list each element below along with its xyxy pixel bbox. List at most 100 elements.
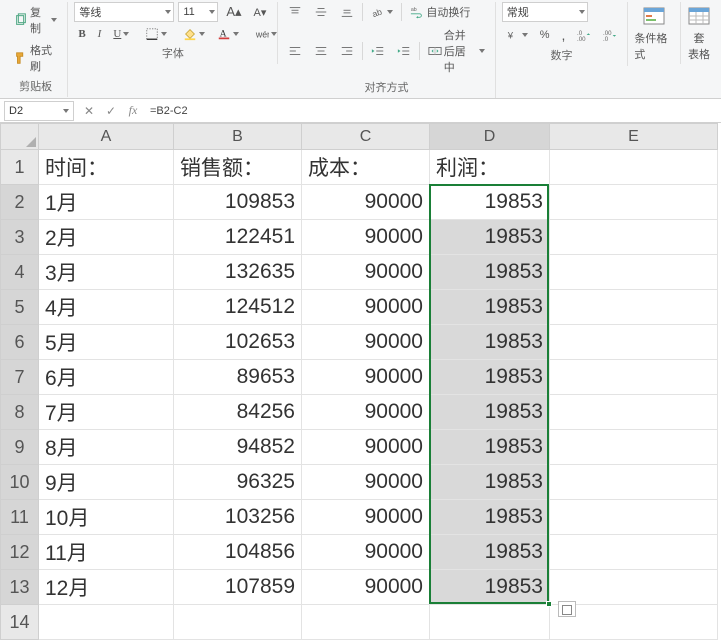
cell-B2[interactable]: 109853 (174, 185, 302, 220)
table-format-button[interactable]: 套 表格 (681, 2, 717, 64)
cell-C2[interactable]: 90000 (302, 185, 430, 220)
cell-B8[interactable]: 84256 (174, 395, 302, 430)
cell-B14[interactable] (174, 605, 302, 640)
row-header[interactable]: 1 (1, 150, 39, 185)
cell-E5[interactable] (550, 290, 718, 325)
comma-button[interactable]: , (558, 25, 570, 45)
conditional-format-button[interactable]: 条件格式 (628, 2, 681, 64)
align-middle-button[interactable] (310, 3, 332, 21)
cell-C3[interactable]: 90000 (302, 220, 430, 255)
cell-A12[interactable]: 11月 (39, 535, 174, 570)
cell-E13[interactable] (550, 570, 718, 605)
cell-E9[interactable] (550, 430, 718, 465)
cell-A13[interactable]: 12月 (39, 570, 174, 605)
column-header-B[interactable]: B (174, 124, 302, 150)
cell-A1[interactable]: 时间： (39, 150, 174, 185)
font-name-select[interactable]: 等线 (74, 2, 174, 22)
column-header-A[interactable]: A (39, 124, 174, 150)
row-header[interactable]: 4 (1, 255, 39, 290)
cell-B13[interactable]: 107859 (174, 570, 302, 605)
number-format-select[interactable]: 常规 (502, 2, 588, 22)
cell-A9[interactable]: 8月 (39, 430, 174, 465)
align-right-button[interactable] (336, 42, 358, 60)
cell-B5[interactable]: 124512 (174, 290, 302, 325)
cell-A5[interactable]: 4月 (39, 290, 174, 325)
font-size-select[interactable]: 11 (178, 2, 218, 22)
cell-D2[interactable]: 19853 (430, 185, 550, 220)
row-header[interactable]: 2 (1, 185, 39, 220)
increase-font-button[interactable]: A▴ (222, 2, 245, 22)
cell-C5[interactable]: 90000 (302, 290, 430, 325)
format-painter-button[interactable]: 格式刷 (10, 40, 61, 76)
cell-E2[interactable] (550, 185, 718, 220)
row-header[interactable]: 13 (1, 570, 39, 605)
align-top-button[interactable] (284, 3, 306, 21)
cell-D5[interactable]: 19853 (430, 290, 550, 325)
font-color-button[interactable]: A (213, 25, 243, 43)
increase-decimal-button[interactable]: .0.00 (573, 26, 595, 44)
cell-A2[interactable]: 1月 (39, 185, 174, 220)
cell-B7[interactable]: 89653 (174, 360, 302, 395)
row-header[interactable]: 3 (1, 220, 39, 255)
cell-C1[interactable]: 成本： (302, 150, 430, 185)
cell-A7[interactable]: 6月 (39, 360, 174, 395)
column-header-E[interactable]: E (550, 124, 718, 150)
cell-E4[interactable] (550, 255, 718, 290)
cell-D14[interactable] (430, 605, 550, 640)
decrease-indent-button[interactable] (367, 42, 389, 60)
cell-E1[interactable] (550, 150, 718, 185)
cell-A11[interactable]: 10月 (39, 500, 174, 535)
orientation-button[interactable]: ab (367, 3, 397, 21)
cell-D3[interactable]: 19853 (430, 220, 550, 255)
cell-D6[interactable]: 19853 (430, 325, 550, 360)
row-header[interactable]: 5 (1, 290, 39, 325)
cell-B9[interactable]: 94852 (174, 430, 302, 465)
select-all-corner[interactable] (1, 124, 39, 150)
row-header[interactable]: 11 (1, 500, 39, 535)
cell-E12[interactable] (550, 535, 718, 570)
row-header[interactable]: 8 (1, 395, 39, 430)
cancel-formula-button[interactable]: ✕ (78, 104, 100, 118)
formula-input[interactable]: =B2-C2 (144, 105, 721, 117)
row-header[interactable]: 12 (1, 535, 39, 570)
cell-D9[interactable]: 19853 (430, 430, 550, 465)
cell-E7[interactable] (550, 360, 718, 395)
cell-C12[interactable]: 90000 (302, 535, 430, 570)
row-header[interactable]: 10 (1, 465, 39, 500)
column-header-D[interactable]: D (430, 124, 550, 150)
row-header[interactable]: 7 (1, 360, 39, 395)
border-button[interactable] (141, 25, 171, 43)
cell-C4[interactable]: 90000 (302, 255, 430, 290)
currency-button[interactable]: ¥ (502, 26, 532, 44)
spreadsheet-grid[interactable]: ABCDE 1时间：销售额：成本：利润：21月10985390000198533… (0, 123, 721, 640)
cell-D13[interactable]: 19853 (430, 570, 550, 605)
cell-A8[interactable]: 7月 (39, 395, 174, 430)
cell-D10[interactable]: 19853 (430, 465, 550, 500)
underline-button[interactable]: U (109, 26, 133, 42)
column-header-C[interactable]: C (302, 124, 430, 150)
cell-C7[interactable]: 90000 (302, 360, 430, 395)
phonetic-button[interactable]: wén (251, 25, 281, 43)
cell-C14[interactable] (302, 605, 430, 640)
cell-C10[interactable]: 90000 (302, 465, 430, 500)
fill-color-button[interactable] (179, 25, 209, 43)
cell-D1[interactable]: 利润： (430, 150, 550, 185)
wrap-text-button[interactable]: ab 自动换行 (406, 2, 474, 22)
cell-A3[interactable]: 2月 (39, 220, 174, 255)
cell-B12[interactable]: 104856 (174, 535, 302, 570)
italic-button[interactable]: I (94, 26, 106, 42)
cell-A4[interactable]: 3月 (39, 255, 174, 290)
autofill-options-button[interactable] (558, 601, 576, 617)
cell-D11[interactable]: 19853 (430, 500, 550, 535)
cell-B1[interactable]: 销售额： (174, 150, 302, 185)
bold-button[interactable]: B (74, 26, 89, 42)
cell-C11[interactable]: 90000 (302, 500, 430, 535)
cell-B10[interactable]: 96325 (174, 465, 302, 500)
name-box[interactable]: D2 (4, 101, 74, 121)
row-header[interactable]: 9 (1, 430, 39, 465)
decrease-font-button[interactable]: A▾ (250, 4, 271, 21)
cell-D12[interactable]: 19853 (430, 535, 550, 570)
cell-B4[interactable]: 132635 (174, 255, 302, 290)
merge-center-button[interactable]: 合并后居中 (424, 25, 489, 77)
decrease-decimal-button[interactable]: .00.0 (599, 26, 621, 44)
